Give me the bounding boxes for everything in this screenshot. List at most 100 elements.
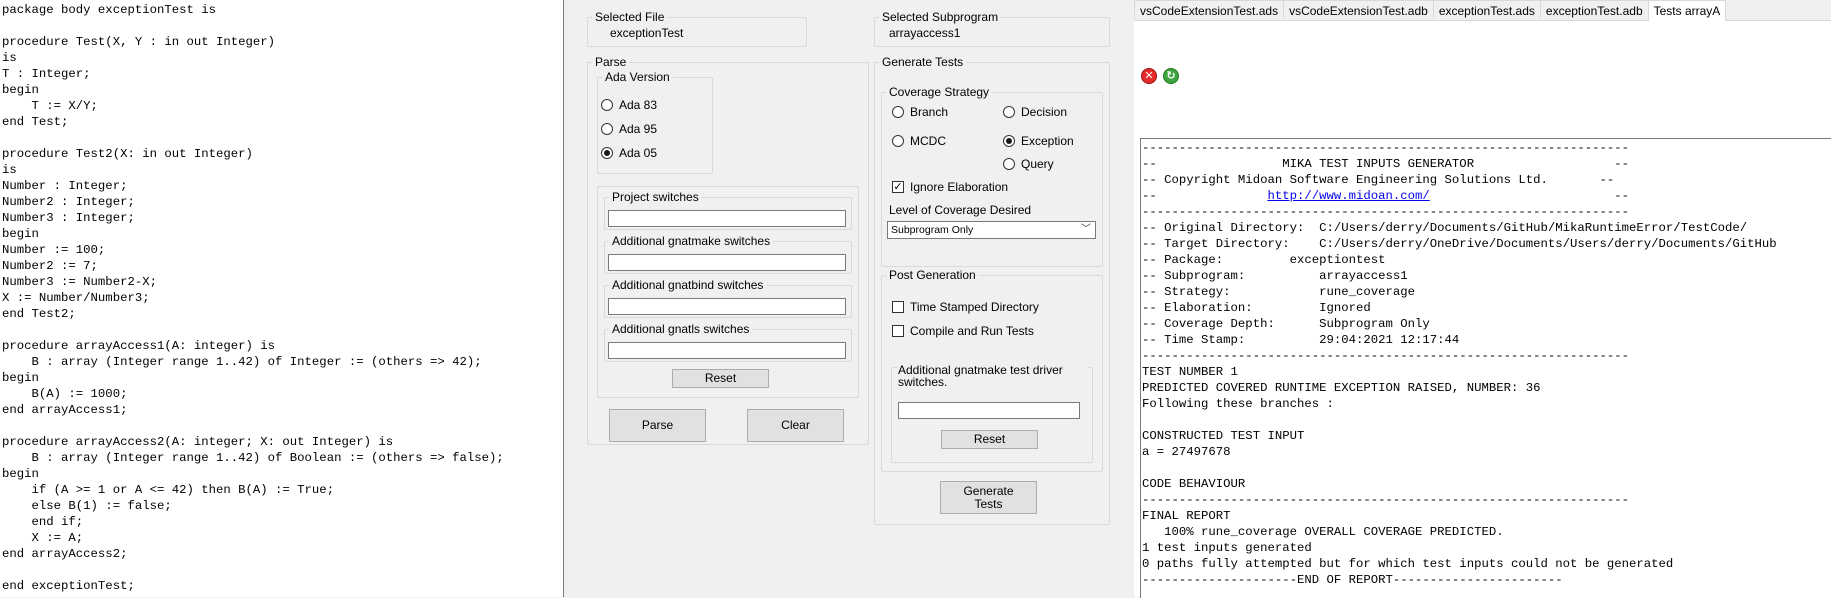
- report-panel: vsCodeExtensionTest.ads vsCodeExtensionTe…: [1134, 0, 1831, 598]
- report-rule-3: ----------------------------------------…: [1142, 349, 1630, 363]
- project-switches-input[interactable]: [608, 210, 846, 227]
- radio-branch-label: Branch: [910, 105, 949, 119]
- report-rule-2: ----------------------------------------…: [1142, 205, 1630, 219]
- code-line: begin: [2, 371, 39, 385]
- gnatbind-switches-label: Additional gnatbind switches: [612, 278, 764, 292]
- code-line: begin: [2, 227, 39, 241]
- radio-query[interactable]: Query: [1003, 157, 1054, 171]
- code-line: if (A >= 1 or A <= 42) then B(A) := True…: [2, 483, 335, 497]
- ignore-elaboration-checkmark: ✓: [892, 181, 904, 193]
- code-line: X := A;: [2, 531, 84, 545]
- gnatbind-switches-input[interactable]: [608, 298, 846, 315]
- code-line: procedure arrayAccess1(A: integer) is: [2, 339, 276, 353]
- radio-exception-label: Exception: [1021, 134, 1074, 148]
- code-line: end Test;: [2, 115, 69, 129]
- tab-bar: vsCodeExtensionTest.ads vsCodeExtensionTe…: [1134, 0, 1831, 21]
- code-text: package body exceptionTest is procedure …: [0, 0, 563, 594]
- tab-1[interactable]: vsCodeExtensionTest.adb: [1283, 0, 1434, 19]
- parse-reset-button[interactable]: Reset: [672, 369, 769, 388]
- radio-decision[interactable]: Decision: [1003, 105, 1067, 119]
- radio-ada-83-dot: [601, 99, 613, 111]
- control-panel: Selected File exceptionTest Selected Sub…: [564, 0, 1134, 597]
- radio-query-dot: [1003, 158, 1015, 170]
- report-line: -- Elaboration: Ignored: [1142, 301, 1371, 315]
- report-line: -- Package: exceptiontest: [1142, 253, 1386, 267]
- refresh-icon[interactable]: ↻: [1163, 68, 1179, 84]
- code-line: is: [2, 163, 17, 177]
- report-line: -- Time Stamp: 29:04:2021 12:17:44: [1142, 333, 1460, 347]
- clear-button[interactable]: Clear: [747, 409, 844, 442]
- radio-mcdc-label: MCDC: [910, 134, 946, 148]
- ada-version-label: Ada Version: [605, 70, 670, 84]
- code-line: else B(1) := false;: [2, 499, 172, 513]
- radio-decision-dot: [1003, 106, 1015, 118]
- radio-branch-dot: [892, 106, 904, 118]
- radio-branch[interactable]: Branch: [892, 105, 948, 119]
- tab-3[interactable]: exceptionTest.adb: [1539, 0, 1649, 19]
- gnatls-switches-label: Additional gnatls switches: [612, 322, 750, 336]
- compile-run-checkbox[interactable]: Compile and Run Tests: [892, 324, 1034, 338]
- driver-switches-input[interactable]: [898, 402, 1080, 419]
- radio-ada-05[interactable]: Ada 05: [601, 146, 657, 160]
- report-url-prefix: --: [1142, 189, 1268, 203]
- code-editor[interactable]: package body exceptionTest is procedure …: [0, 0, 564, 597]
- code-line: B : array (Integer range 1..42) of Boole…: [2, 451, 504, 465]
- compile-run-label: Compile and Run Tests: [910, 324, 1034, 338]
- code-line: T := X/Y;: [2, 99, 98, 113]
- tab-4[interactable]: Tests arrayA: [1647, 0, 1727, 21]
- selected-subprogram-label: Selected Subprogram: [882, 10, 999, 24]
- ignore-elaboration-label: Ignore Elaboration: [910, 180, 1009, 194]
- report-line: TEST NUMBER 1: [1142, 365, 1238, 379]
- gnatmake-switches-input[interactable]: [608, 254, 846, 271]
- code-line: T : Integer;: [2, 67, 91, 81]
- report-meta: -- Original Directory: C:/Users/derry/Do…: [1142, 221, 1777, 347]
- radio-ada-95-label: Ada 95: [619, 122, 658, 136]
- parse-group-label: Parse: [595, 55, 627, 69]
- compile-run-box: [892, 325, 904, 337]
- report-line: CONSTRUCTED TEST INPUT: [1142, 429, 1305, 443]
- time-stamped-checkbox[interactable]: Time Stamped Directory: [892, 300, 1039, 314]
- report-line: PREDICTED COVERED RUNTIME EXCEPTION RAIS…: [1142, 381, 1541, 395]
- report-line: ----------------------------------------…: [1142, 493, 1630, 507]
- code-line: B : array (Integer range 1..42) of Integ…: [2, 355, 482, 369]
- radio-ada-83[interactable]: Ada 83: [601, 98, 657, 112]
- code-line: Number := 100;: [2, 243, 106, 257]
- coverage-level-select[interactable]: Subprogram Only ﹀: [887, 221, 1096, 239]
- code-line: X := Number/Number3;: [2, 291, 150, 305]
- code-line: Number3 := Number2-X;: [2, 275, 157, 289]
- tab-2[interactable]: exceptionTest.ads: [1432, 0, 1541, 19]
- selected-file-value: exceptionTest: [610, 26, 684, 40]
- coverage-strategy-label: Coverage Strategy: [889, 85, 990, 99]
- generate-tests-button[interactable]: Generate Tests: [940, 481, 1037, 514]
- report-copyright: -- Copyright Midoan Software Engineering…: [1142, 173, 1615, 187]
- radio-mcdc-dot: [892, 135, 904, 147]
- radio-exception[interactable]: Exception: [1003, 134, 1074, 148]
- radio-ada-95[interactable]: Ada 95: [601, 122, 657, 136]
- report-line: 0 paths fully attempted but for which te…: [1142, 557, 1674, 571]
- report-title: -- MIKA TEST INPUTS GENERATOR --: [1142, 157, 1630, 171]
- generate-tests-label: Generate Tests: [882, 55, 964, 69]
- selected-file-label: Selected File: [595, 10, 665, 24]
- report-line: CODE BEHAVIOUR: [1142, 477, 1246, 491]
- radio-mcdc[interactable]: MCDC: [892, 134, 946, 148]
- code-line: Number : Integer;: [2, 179, 128, 193]
- radio-ada-95-dot: [601, 123, 613, 135]
- code-line: Number3 : Integer;: [2, 211, 135, 225]
- post-reset-button[interactable]: Reset: [941, 430, 1038, 449]
- report-line: -- Target Directory: C:/Users/derry/OneD…: [1142, 237, 1777, 251]
- radio-ada-05-label: Ada 05: [619, 146, 658, 160]
- code-line: end arrayAccess1;: [2, 403, 128, 417]
- code-line: end Test2;: [2, 307, 76, 321]
- tab-0[interactable]: vsCodeExtensionTest.ads: [1134, 0, 1285, 19]
- midoan-link[interactable]: http://www.midoan.com/: [1267, 189, 1429, 203]
- parse-button[interactable]: Parse: [609, 409, 706, 442]
- gnatls-switches-input[interactable]: [608, 342, 846, 359]
- report-body: TEST NUMBER 1 PREDICTED COVERED RUNTIME …: [1142, 365, 1673, 587]
- ignore-elaboration-checkbox[interactable]: ✓ Ignore Elaboration: [892, 180, 1008, 194]
- code-line: procedure Test(X, Y : in out Integer): [2, 35, 276, 49]
- close-icon[interactable]: ✕: [1141, 68, 1157, 84]
- report-line: -- Strategy: rune_coverage: [1142, 285, 1416, 299]
- report-output[interactable]: ----------------------------------------…: [1140, 138, 1831, 598]
- report-line: -- Original Directory: C:/Users/derry/Do…: [1142, 221, 1748, 235]
- radio-ada-83-label: Ada 83: [619, 98, 658, 112]
